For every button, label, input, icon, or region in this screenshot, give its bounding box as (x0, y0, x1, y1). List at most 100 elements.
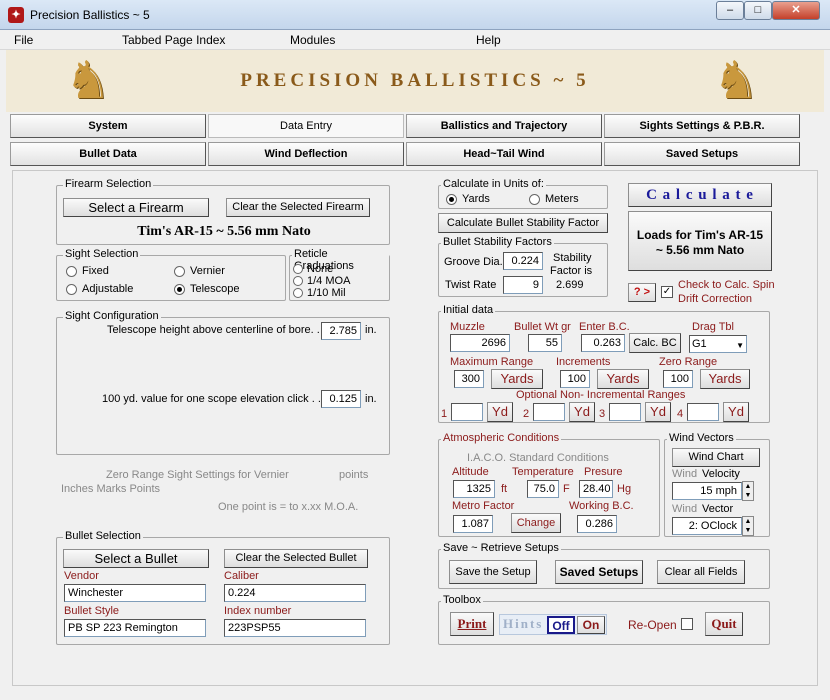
menu-help[interactable]: Help (476, 33, 501, 47)
velocity-spinner[interactable]: ▲ ▼ (742, 481, 754, 501)
working-bc-input[interactable]: 0.286 (577, 515, 617, 533)
muzzle-input[interactable]: 2696 (450, 334, 510, 352)
group-label: Sight Configuration (63, 310, 161, 322)
scope-height-unit: in. (365, 324, 377, 336)
hints-on-button[interactable]: On (577, 616, 605, 634)
tab-system[interactable]: System (10, 114, 206, 138)
radio-none[interactable] (293, 264, 303, 274)
tab-ballistics-trajectory[interactable]: Ballistics and Trajectory (406, 114, 602, 138)
groove-label: Groove Dia. (444, 256, 503, 268)
calc-bc-button[interactable]: Calc. BC (629, 333, 681, 353)
tab-bullet-data[interactable]: Bullet Data (10, 142, 206, 166)
menu-file[interactable]: File (14, 33, 33, 47)
bullet-style-field[interactable]: PB SP 223 Remington (64, 619, 206, 637)
drag-table-select[interactable]: G1 ▼ (689, 335, 747, 353)
menu-modules[interactable]: Modules (290, 33, 335, 47)
saved-setups-button[interactable]: Saved Setups (555, 560, 643, 584)
help-button[interactable]: ? > (628, 283, 656, 302)
tab-saved-setups[interactable]: Saved Setups (604, 142, 800, 166)
range-1-yd-button[interactable]: Yd (487, 402, 513, 422)
range-4-input[interactable] (687, 403, 719, 421)
range-2-yd-button[interactable]: Yd (569, 402, 595, 422)
range-2-label: 2 (523, 408, 530, 420)
clear-all-fields-button[interactable]: Clear all Fields (657, 560, 745, 584)
change-button[interactable]: Change (511, 513, 561, 533)
select-firearm-button[interactable]: Select a Firearm (63, 198, 209, 217)
sight-selection-group: Sight Selection Fixed Vernier Adjustable… (56, 248, 286, 301)
group-label: Toolbox (441, 594, 483, 606)
range-3-input[interactable] (609, 403, 641, 421)
vector-spinner[interactable]: ▲ ▼ (742, 516, 754, 536)
reopen-checkbox[interactable] (681, 618, 693, 630)
wind-chart-button[interactable]: Wind Chart (672, 448, 760, 467)
clear-bullet-button[interactable]: Clear the Selected Bullet (224, 549, 368, 568)
calc-stability-button[interactable]: Calculate Bullet Stability Factor (438, 213, 608, 233)
zero-range-label: Zero Range (659, 356, 718, 368)
menu-bar: File Tabbed Page Index Modules Help (0, 30, 830, 50)
radio-tenth-mil[interactable] (293, 288, 303, 298)
range-4-yd-button[interactable]: Yd (723, 402, 749, 422)
loads-button[interactable]: Loads for Tim's AR-15 ~ 5.56 mm Nato (628, 211, 772, 271)
twist-input[interactable]: 9 (503, 276, 543, 294)
caliber-field[interactable]: 0.224 (224, 584, 366, 602)
hints-off-button[interactable]: Off (547, 616, 575, 634)
increments-yards-button[interactable]: Yards (597, 369, 649, 389)
radio-quarter-moa[interactable] (293, 276, 303, 286)
radio-adjustable[interactable] (66, 284, 77, 295)
select-bullet-button[interactable]: Select a Bullet (63, 549, 209, 568)
maximize-button[interactable]: □ (744, 1, 772, 20)
muzzle-label: Muzzle (450, 321, 485, 333)
clear-firearm-button[interactable]: Clear the Selected Firearm (226, 198, 370, 217)
bullet-stability-group: Bullet Stability Factors Groove Dia. 0.2… (438, 236, 608, 297)
menu-tabbed-page-index[interactable]: Tabbed Page Index (122, 33, 225, 47)
data-entry-panel: Firearm Selection Select a Firearm Clear… (12, 170, 818, 686)
range-3-yd-button[interactable]: Yd (645, 402, 671, 422)
label-yards: Yards (462, 193, 490, 205)
minimize-button[interactable]: – (716, 1, 744, 20)
range-2-input[interactable] (533, 403, 565, 421)
tab-data-entry[interactable]: Data Entry (208, 114, 404, 138)
zero-range-yards-button[interactable]: Yards (700, 369, 750, 389)
range-1-input[interactable] (451, 403, 483, 421)
label-tenth-mil: 1/10 Mil (307, 287, 346, 299)
close-button[interactable]: ✕ (772, 1, 820, 20)
temperature-input[interactable]: 75.0 (527, 480, 559, 498)
max-range-input[interactable]: 300 (454, 370, 484, 388)
optional-ranges-label: Optional Non- Incremental Ranges (516, 389, 686, 401)
increments-input[interactable]: 100 (560, 370, 590, 388)
radio-vernier[interactable] (174, 266, 185, 277)
bullet-weight-input[interactable]: 55 (528, 334, 562, 352)
spin-drift-checkbox[interactable]: ✓ (661, 286, 673, 298)
vector-input[interactable]: 2: OClock (672, 517, 742, 535)
index-number-field[interactable]: 223PSP55 (224, 619, 366, 637)
bc-input[interactable]: 0.263 (581, 334, 625, 352)
vernier-title: Zero Range Sight Settings for Vernier (106, 469, 289, 481)
max-range-yards-button[interactable]: Yards (491, 369, 543, 389)
chevron-down-icon: ▼ (736, 341, 744, 350)
tab-head-tail-wind[interactable]: Head~Tail Wind (406, 142, 602, 166)
tab-sights-settings[interactable]: Sights Settings & P.B.R. (604, 114, 800, 138)
metro-factor-input[interactable]: 1.087 (453, 515, 493, 533)
vendor-field[interactable]: Winchester (64, 584, 206, 602)
quit-button[interactable]: Quit (705, 612, 743, 636)
tab-wind-deflection[interactable]: Wind Deflection (208, 142, 404, 166)
radio-fixed[interactable] (66, 266, 77, 277)
stability-label: Stability (553, 252, 592, 264)
metro-factor-label: Metro Factor (452, 500, 515, 512)
groove-input[interactable]: 0.224 (503, 252, 543, 270)
altitude-input[interactable]: 1325 (453, 480, 495, 498)
scope-height-input[interactable]: 2.785 (321, 322, 361, 340)
vector-label: Vector (702, 503, 734, 515)
calculate-button[interactable]: C a l c u l a t e (628, 183, 772, 207)
wind-vectors-group: Wind Vectors Wind Chart Wind Velocity 15… (664, 432, 770, 537)
radio-meters[interactable] (529, 194, 540, 205)
save-setup-button[interactable]: Save the Setup (449, 560, 537, 584)
pressure-input[interactable]: 28.40 (579, 480, 613, 498)
velocity-input[interactable]: 15 mph (672, 482, 742, 500)
radio-yards[interactable] (446, 194, 457, 205)
radio-telescope[interactable] (174, 284, 185, 295)
pressure-label: Presure (584, 466, 623, 478)
click-value-input[interactable]: 0.125 (321, 390, 361, 408)
zero-range-input[interactable]: 100 (663, 370, 693, 388)
print-button[interactable]: Print (450, 612, 494, 636)
